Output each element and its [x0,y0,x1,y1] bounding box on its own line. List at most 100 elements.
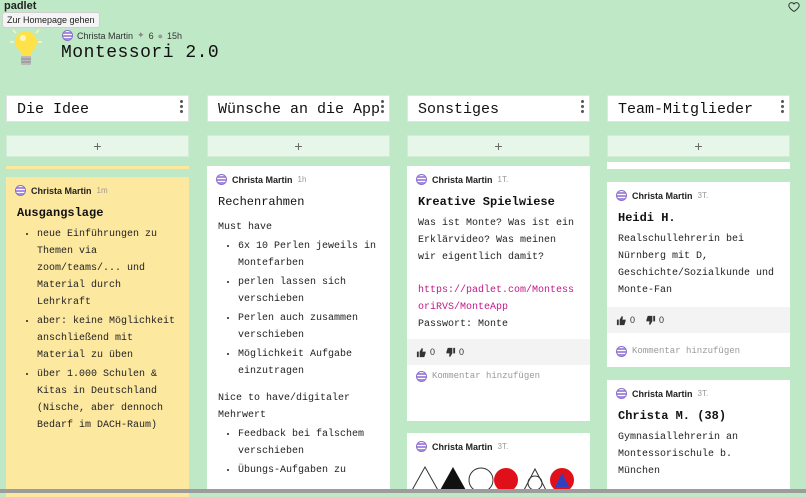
list-item: Möglichkeit Aufgabe einzutragen [238,346,379,380]
section-heading: Nice to have/digitaler Mehrwert [218,393,351,421]
thumbs-down-button[interactable]: 0 [645,315,664,326]
post-card[interactable]: Christa Martin 3T. Heidi H. Realschulleh… [607,182,790,367]
post-time: 1h [297,175,307,184]
add-comment[interactable]: Kommentar hinzufügen [607,333,790,367]
card-author: Christa Martin 1h [207,166,390,185]
post-card-edge [607,162,790,169]
column-die-idee: Die Idee + Christa Martin 1m Ausgangslag… [6,95,189,497]
list-item: Perlen auch zusammen verschieben [238,310,379,344]
card-body: Gymnasiallehrerin an Montessorischule b.… [607,423,790,480]
add-post-button[interactable]: + [407,135,590,157]
thumbs-up-icon [416,347,426,357]
password-text: Passwort: Monte [418,319,509,330]
heart-icon[interactable] [788,1,800,13]
list-item: perlen lassen sich verschieben [238,274,379,308]
column-header: Die Idee [6,95,189,122]
author-name: Christa Martin [632,388,693,399]
avatar-icon [616,190,627,201]
list-item: Übungs-Aufgaben zu [238,462,379,479]
column-title: Wünsche an die App [218,101,381,118]
dot-separator: ● [157,30,164,41]
thumbs-down-count: 0 [659,315,665,325]
reactions-bar: 0 0 [607,307,790,333]
author-name: Christa Martin [432,174,493,185]
post-time: 3T. [497,442,509,451]
card-body: Realschullehrerin bei Nürnberg mit D, Ge… [607,225,790,307]
card-edge [6,166,189,169]
kebab-menu-icon[interactable] [581,100,585,116]
thumbs-up-button[interactable]: 0 [416,347,435,358]
card-author: Christa Martin 3T. [607,380,790,399]
thumbs-down-icon [646,315,656,325]
kebab-menu-icon[interactable] [180,100,184,116]
card-author: Christa Martin 1T. [407,166,590,185]
card-body: Must have 6x 10 Perlen jeweils in Montef… [207,209,390,479]
list-item: über 1.000 Schulen & Kitas in Deutschlan… [37,366,178,434]
horizontal-scrollbar[interactable] [0,489,806,493]
like-count: 6 [148,30,154,41]
column-title: Sonstiges [418,101,500,118]
add-post-button[interactable]: + [607,135,790,157]
list-item: aber: keine Möglichkeit anschließend mit… [37,313,178,364]
thumbs-up-icon [616,315,626,325]
card-author: Christa Martin 3T. [407,433,590,452]
post-time: 1T. [497,175,509,184]
add-post-button[interactable]: + [6,135,189,157]
kebab-menu-icon[interactable] [781,100,785,116]
kebab-menu-icon[interactable] [381,100,385,116]
thumbs-down-button[interactable]: 0 [445,347,464,358]
avatar-icon [616,388,627,399]
thumbs-up-button[interactable]: 0 [616,315,635,326]
like-icon: ✦ [137,30,145,40]
column-team: Team-Mitglieder + Christa Martin 3T. Hei… [607,95,790,493]
page-title: Montessori 2.0 [61,43,220,63]
card-title: Christa M. (38) [618,409,727,423]
card-title: Heidi H. [618,211,676,225]
column-title: Team-Mitglieder [618,101,754,118]
section-heading: Must have [218,222,273,233]
post-time: 3T. [697,389,709,398]
avatar-icon [15,185,26,196]
author-name: Christa Martin [232,174,293,185]
list-item: Feedback bei falschem verschieben [238,426,379,460]
add-post-button[interactable]: + [207,135,390,157]
card-title: Ausgangslage [17,206,104,220]
post-time: 1m [96,186,108,195]
card-title: Kreative Spielwiese [418,195,555,209]
post-card[interactable]: Christa Martin 1T. Kreative Spielwiese W… [407,166,590,421]
column-header: Wünsche an die App [207,95,390,122]
avatar-icon [416,370,427,382]
column-wuensche: Wünsche an die App + Christa Martin 1h R… [207,95,390,493]
app-logo[interactable]: padlet [4,0,36,12]
avatar-icon [216,174,227,185]
author-name: Christa Martin [632,190,693,201]
post-card[interactable]: Christa Martin 3T. Christa M. (38) Gymna… [607,380,790,493]
column-header: Team-Mitglieder [607,95,790,122]
author-name: Christa Martin [432,441,493,452]
card-text: Was ist Monte? Was ist ein Erklärvideo? … [418,218,575,263]
column-title: Die Idee [17,101,90,118]
thumbs-down-count: 0 [459,347,465,357]
add-comment[interactable]: Kommentar hinzufügen [407,365,590,387]
lightbulb-icon [10,29,42,65]
author-name: Christa Martin [31,185,92,196]
column-sonstiges: Sonstiges + Christa Martin 1T. Kreative … [407,95,590,493]
card-title: Rechenrahmen [218,195,305,209]
card-body: Was ist Monte? Was ist ein Erklärvideo? … [407,209,590,339]
padlet-meta: Christa Martin ✦ 6 ● 15h [62,30,182,41]
post-card[interactable]: Christa Martin 1h Rechenrahmen Must have… [207,166,390,493]
card-body: neue Einführungen zu Themen via zoom/tea… [6,220,189,434]
padlet-link[interactable]: https://padlet.com/MontessoriRVS/MonteAp… [418,282,579,316]
post-card[interactable]: Christa Martin 3T. [407,433,590,493]
reactions-bar: 0 0 [407,339,590,365]
thumbs-up-count: 0 [430,347,436,357]
card-author: Christa Martin 1m [6,177,189,196]
post-card[interactable]: Christa Martin 1m Ausgangslage neue Einf… [6,177,189,497]
padlet-age: 15h [167,30,183,41]
comment-placeholder: Kommentar hinzufügen [432,371,541,381]
shapes-image [410,465,574,493]
post-time: 3T. [697,191,709,200]
avatar-icon [62,30,73,41]
avatar-icon [416,441,427,452]
thumbs-down-icon [446,347,456,357]
